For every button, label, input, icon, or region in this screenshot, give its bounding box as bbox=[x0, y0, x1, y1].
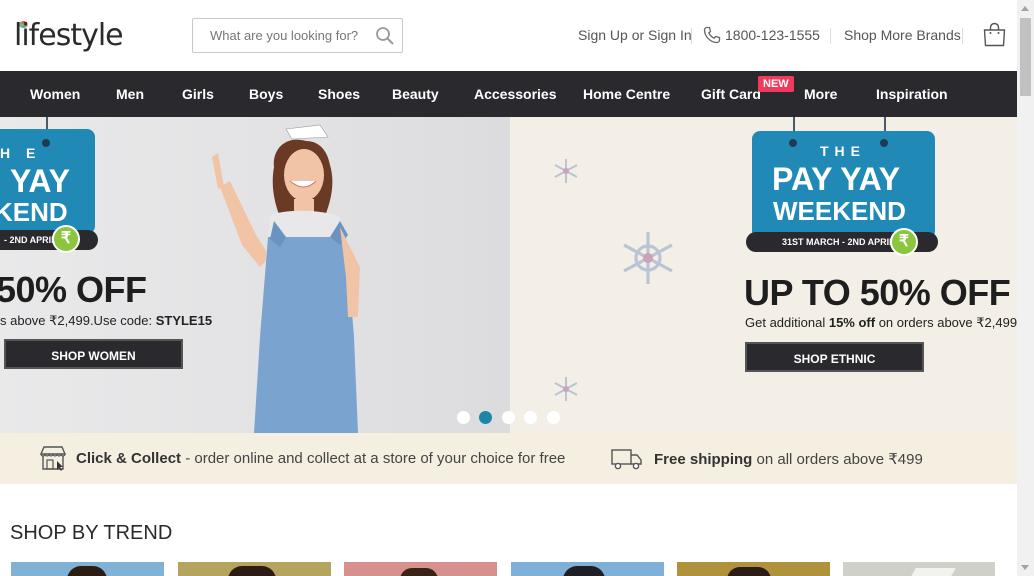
date-bar: - 2ND APRIL bbox=[0, 230, 98, 250]
logo[interactable]: lifestyle bbox=[14, 18, 124, 53]
search-icon[interactable] bbox=[375, 26, 395, 46]
scrollbar[interactable] bbox=[1017, 0, 1034, 576]
carousel-dot-1[interactable] bbox=[457, 411, 470, 424]
nav-item-men[interactable]: Men bbox=[116, 86, 144, 102]
free-shipping-text: Free shipping on all orders above ₹499 bbox=[654, 451, 923, 468]
main-nav: Women Men Girls Boys Shoes Beauty Access… bbox=[0, 71, 1017, 117]
trend-card[interactable] bbox=[11, 562, 164, 576]
page: lifestyle Sign Up or Sign In 1800-123-15… bbox=[0, 0, 1034, 576]
nav-item-gift-card[interactable]: Gift Card bbox=[701, 86, 761, 102]
header: lifestyle Sign Up or Sign In 1800-123-15… bbox=[0, 0, 1017, 71]
pay-yay-tag: H E YAY KEND bbox=[0, 129, 95, 234]
nav-item-boys[interactable]: Boys bbox=[249, 86, 283, 102]
scrollbar-thumb[interactable] bbox=[1020, 18, 1031, 96]
trend-card[interactable] bbox=[843, 562, 995, 576]
model-image bbox=[212, 124, 360, 433]
shop-women-button[interactable]: SHOP WOMEN bbox=[4, 339, 183, 369]
scroll-up-icon[interactable] bbox=[1021, 6, 1029, 11]
shop-more-brands-link[interactable]: Shop More Brands bbox=[844, 27, 961, 43]
slide-women[interactable]: H E YAY KEND - 2ND APRIL ₹ 50% OFF s abo… bbox=[0, 117, 510, 433]
nav-item-shoes[interactable]: Shoes bbox=[318, 86, 360, 102]
click-collect-text: Click & Collect - order online and colle… bbox=[76, 450, 566, 467]
divider bbox=[962, 28, 963, 44]
search-box[interactable] bbox=[192, 18, 403, 53]
store-icon bbox=[39, 446, 67, 471]
snowflake-icon bbox=[623, 232, 673, 284]
carousel-dot-4[interactable] bbox=[524, 411, 537, 424]
hero-carousel[interactable]: H E YAY KEND - 2ND APRIL ₹ 50% OFF s abo… bbox=[0, 117, 1017, 433]
tag-hole bbox=[880, 139, 888, 147]
shopping-bag-icon[interactable] bbox=[982, 22, 1007, 47]
nav-item-accessories[interactable]: Accessories bbox=[474, 86, 557, 102]
offer-text: UP TO 50% OFF bbox=[744, 272, 1011, 313]
nav-item-women[interactable]: Women bbox=[30, 86, 80, 102]
divider bbox=[830, 28, 831, 44]
phone-number[interactable]: 1800-123-1555 bbox=[725, 27, 820, 43]
nav-item-inspiration[interactable]: Inspiration bbox=[876, 86, 948, 102]
offer-subtext: s above ₹2,499.Use code: STYLE15 bbox=[0, 313, 213, 328]
sign-in-link[interactable]: Sign Up or Sign In bbox=[578, 27, 692, 43]
carousel-dot-2[interactable] bbox=[479, 411, 492, 424]
nav-item-more[interactable]: More bbox=[804, 86, 837, 102]
offer-subtext: Get additional 15% off on orders above ₹… bbox=[745, 315, 1017, 330]
snowflake-icon bbox=[554, 159, 578, 183]
scroll-down-icon[interactable] bbox=[1021, 565, 1029, 570]
tag-line2: KEND bbox=[0, 197, 68, 227]
tag-the-text: THE bbox=[820, 143, 866, 159]
tag-the-text: H E bbox=[0, 145, 42, 161]
tag-hole bbox=[789, 139, 797, 147]
trend-card[interactable] bbox=[178, 562, 331, 576]
slide-ethnic[interactable]: THE PAY YAY WEEKEND 31ST MARCH - 2ND APR… bbox=[510, 117, 1017, 433]
offer-text: 50% OFF bbox=[0, 269, 147, 310]
carousel-dot-5[interactable] bbox=[547, 411, 560, 424]
tag-line1: YAY bbox=[10, 163, 70, 199]
nav-item-girls[interactable]: Girls bbox=[182, 86, 214, 102]
tag-line2: WEEKEND bbox=[773, 196, 906, 226]
trend-card[interactable] bbox=[511, 562, 664, 576]
divider bbox=[691, 28, 692, 44]
shop-ethnic-button[interactable]: SHOP ETHNIC bbox=[745, 342, 924, 372]
truck-icon bbox=[611, 449, 642, 470]
phone-icon bbox=[703, 26, 721, 44]
rupee-icon: ₹ bbox=[52, 225, 80, 253]
nav-item-home-centre[interactable]: Home Centre bbox=[583, 86, 670, 102]
pay-yay-tag: THE PAY YAY WEEKEND bbox=[752, 131, 935, 239]
tag-line1: PAY YAY bbox=[772, 161, 901, 197]
tag-hole bbox=[42, 139, 50, 147]
info-strip: Click & Collect - order online and colle… bbox=[0, 433, 1017, 484]
carousel-dot-3[interactable] bbox=[502, 411, 515, 424]
search-input[interactable] bbox=[193, 19, 373, 52]
nav-item-beauty[interactable]: Beauty bbox=[392, 86, 439, 102]
trend-card[interactable] bbox=[344, 562, 497, 576]
trend-card[interactable] bbox=[677, 562, 830, 576]
rupee-icon: ₹ bbox=[890, 228, 918, 256]
new-badge: NEW bbox=[758, 76, 794, 92]
snowflake-icon bbox=[554, 377, 578, 401]
shop-by-trend-heading: SHOP BY TREND bbox=[10, 522, 173, 544]
carousel-dots bbox=[457, 411, 567, 425]
